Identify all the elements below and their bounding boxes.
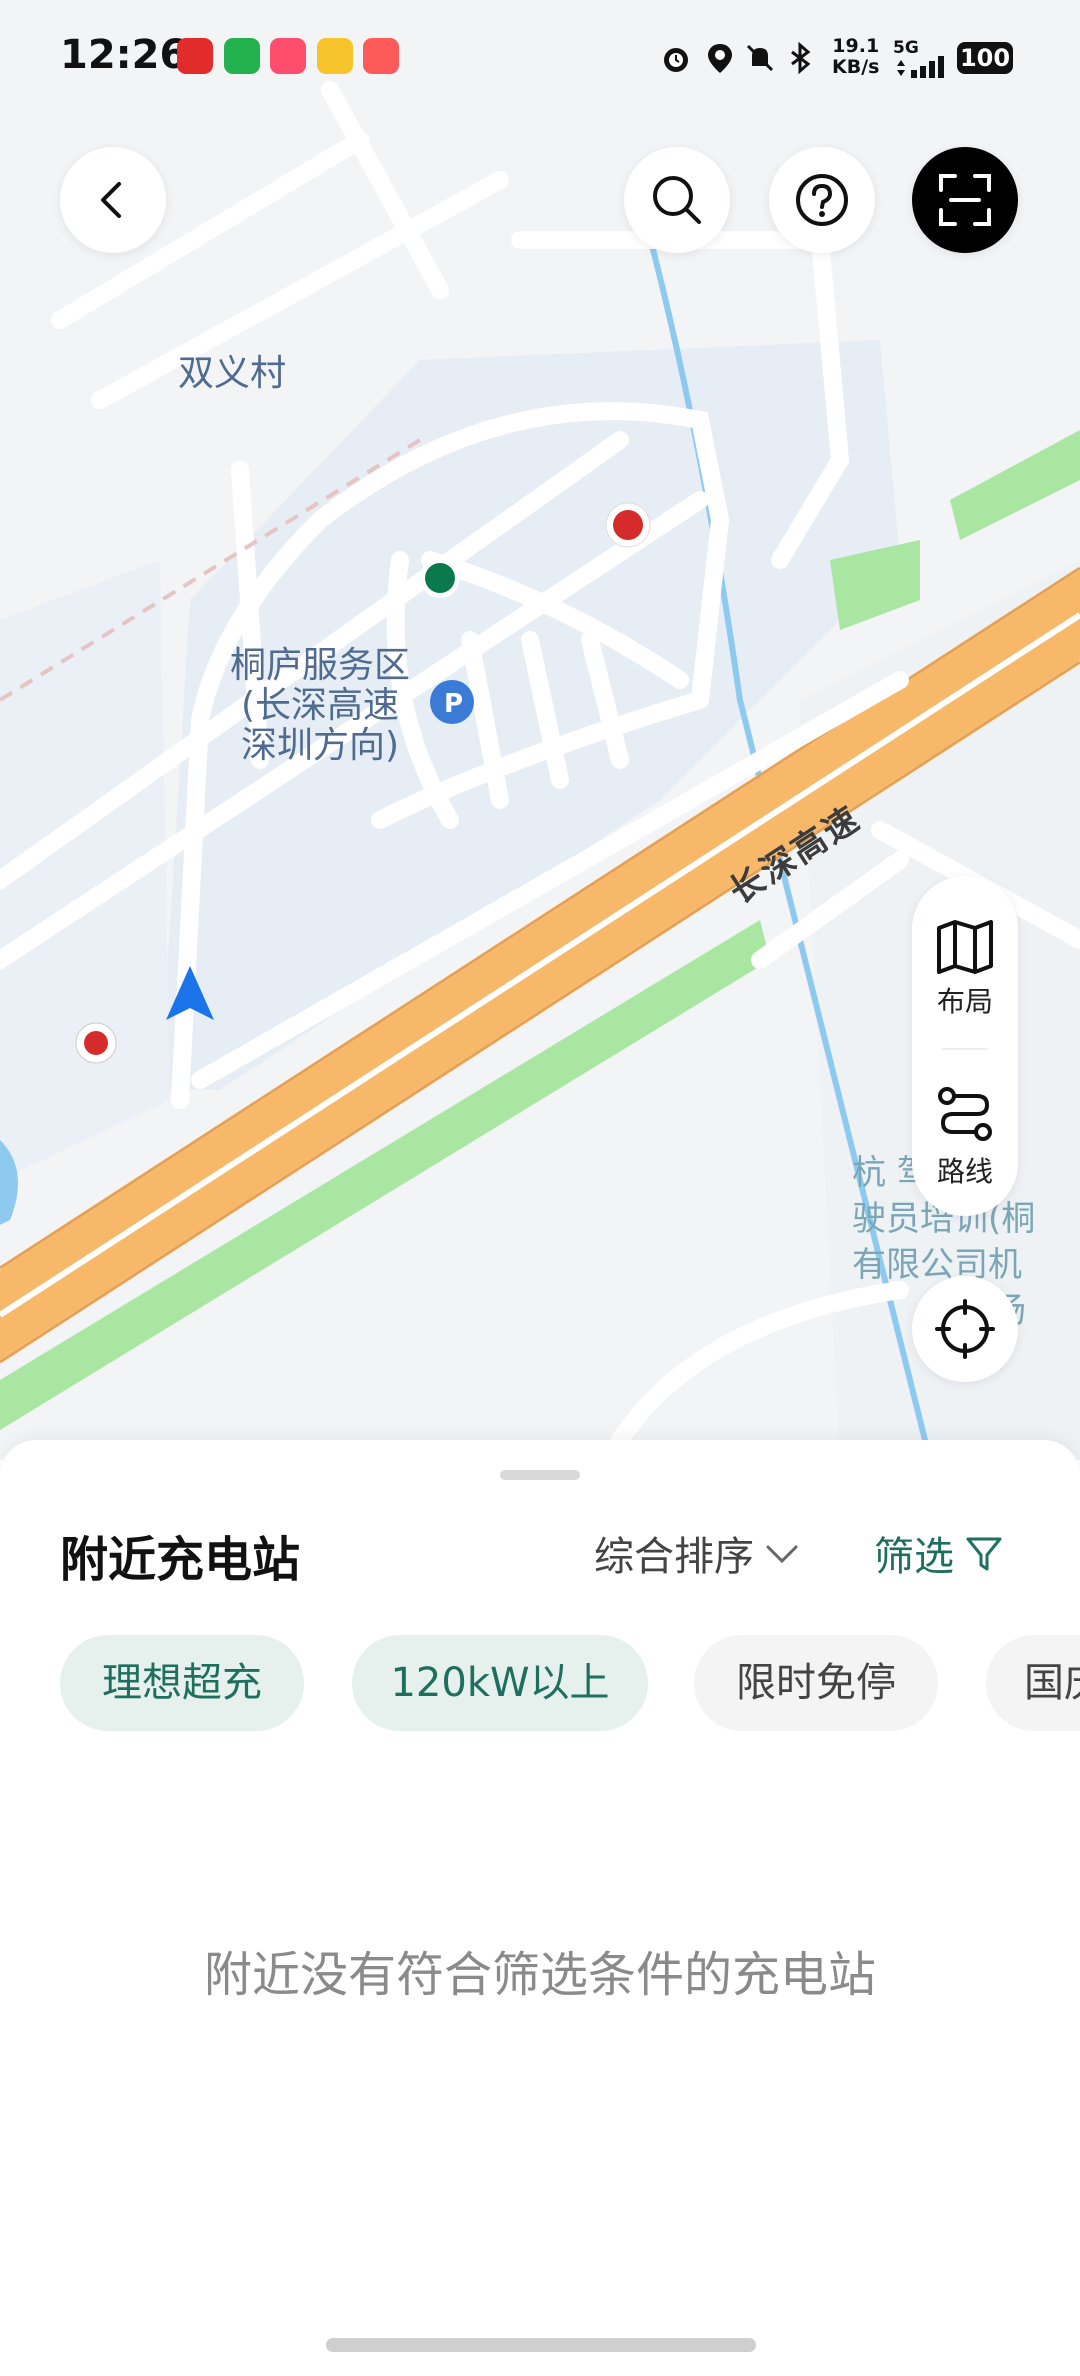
- back-icon: [101, 182, 121, 218]
- network-speed-unit: KB/s: [832, 56, 880, 78]
- status-time: 12:26: [60, 32, 188, 78]
- signal-icon: [897, 56, 944, 78]
- starbucks-marker: [420, 558, 460, 598]
- village-label: 双义村: [178, 353, 287, 394]
- video-app-icon: [270, 38, 306, 74]
- network-speed: 19.1 KB/s: [832, 36, 879, 78]
- search-icon: [653, 176, 701, 224]
- drag-handle[interactable]: [500, 1470, 580, 1480]
- scan-button[interactable]: [912, 147, 1018, 253]
- weibo-icon: [317, 38, 353, 74]
- chip-label: 国庆: [1024, 1660, 1080, 1706]
- svg-text:P: P: [444, 689, 463, 719]
- location-icon: [708, 44, 732, 73]
- service-area-direction: 深圳方向): [240, 725, 400, 766]
- sheet-title: 附近充电站: [60, 1532, 301, 1588]
- service-area-road: (长深高速: [240, 685, 400, 726]
- empty-state-text: 附近没有符合筛选条件的充电站: [203, 1947, 876, 2003]
- scan-icon: [939, 174, 991, 226]
- gas-station-marker: [75, 1022, 117, 1064]
- route-button[interactable]: 路线: [912, 1084, 1018, 1190]
- route-icon: [938, 1087, 992, 1141]
- wechat-icon: [224, 38, 260, 74]
- sort-label: 综合排序: [594, 1534, 754, 1580]
- help-button[interactable]: [769, 147, 875, 253]
- signal-label: 5G: [893, 38, 919, 58]
- layout-label: 布局: [936, 985, 993, 1018]
- network-speed-value: 19.1: [832, 35, 880, 57]
- filter-button[interactable]: 筛选: [874, 1524, 1004, 1582]
- kfc-marker: [605, 502, 651, 548]
- map-side-panel: 布局 路线: [912, 876, 1018, 1216]
- bottom-sheet: 附近充电站 综合排序 筛选 理想超充 120kW以上 限时免停 国庆 附近没有符…: [0, 1440, 1080, 2376]
- locate-button[interactable]: [912, 1276, 1018, 1382]
- netease-music-icon: [177, 38, 213, 74]
- service-area-name: 桐庐服务区: [229, 645, 410, 686]
- map-layout-icon: [937, 920, 993, 974]
- crosshair-icon: [935, 1299, 995, 1359]
- chip-national-day[interactable]: 国庆: [986, 1635, 1080, 1731]
- filter-label: 筛选: [874, 1534, 954, 1580]
- chip-120kw[interactable]: 120kW以上: [352, 1635, 648, 1731]
- route-label: 路线: [936, 1155, 993, 1188]
- chip-label: 120kW以上: [390, 1660, 610, 1706]
- filter-chips: 理想超充 120kW以上 限时免停 国庆: [60, 1635, 1080, 1735]
- sort-button[interactable]: 综合排序: [594, 1524, 802, 1582]
- status-bar: 12:26 19.1 KB/s 5G 100: [0, 0, 1080, 120]
- filter-icon: [966, 1537, 1002, 1571]
- back-button[interactable]: [60, 147, 166, 253]
- layout-button[interactable]: 布局: [912, 920, 1018, 1020]
- chip-free-parking[interactable]: 限时免停: [694, 1635, 938, 1731]
- bluetooth-icon: [791, 41, 811, 75]
- douyin-icon: [363, 38, 399, 74]
- chip-label: 限时免停: [736, 1660, 896, 1706]
- battery-indicator: 100: [957, 42, 1013, 74]
- parking-marker: P: [430, 680, 474, 724]
- home-indicator[interactable]: [326, 2338, 756, 2352]
- chip-label: 理想超充: [102, 1660, 262, 1706]
- search-button[interactable]: [624, 147, 730, 253]
- mute-icon: [746, 44, 774, 72]
- service-area-label[interactable]: 桐庐服务区 (长深高速 深圳方向): [220, 646, 420, 766]
- chevron-down-icon: [766, 1545, 798, 1564]
- chip-lixiang-supercharge[interactable]: 理想超充: [60, 1635, 304, 1731]
- alarm-icon: [664, 48, 688, 72]
- help-icon: [796, 174, 848, 226]
- side-panel-divider: [942, 1048, 988, 1050]
